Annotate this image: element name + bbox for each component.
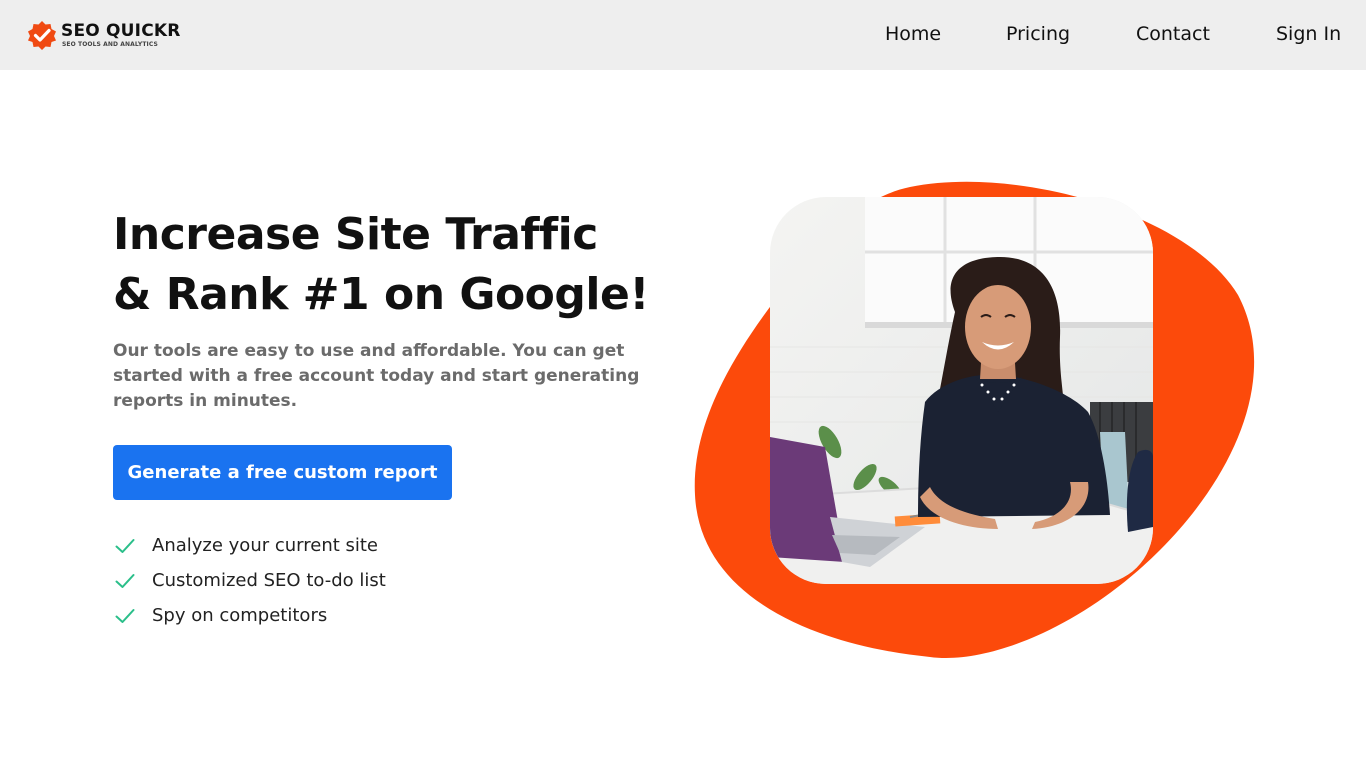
headline-line-2: & Rank #1 on Google! bbox=[113, 269, 649, 320]
feature-list: Analyze your current site Customized SEO… bbox=[113, 528, 386, 633]
hero-headline: Increase Site Traffic & Rank #1 on Googl… bbox=[113, 205, 673, 325]
nav-link-home[interactable]: Home bbox=[885, 23, 941, 45]
feature-label: Spy on competitors bbox=[152, 605, 328, 626]
headline-line-1: Increase Site Traffic bbox=[113, 209, 598, 260]
brand-logo[interactable]: SEO QUICKR SEO TOOLS AND ANALYTICS bbox=[27, 19, 187, 51]
hero-subtext: Our tools are easy to use and affordable… bbox=[113, 341, 640, 411]
feature-item: Analyze your current site bbox=[113, 528, 386, 563]
check-icon bbox=[115, 538, 135, 553]
hero-photo bbox=[770, 197, 1153, 584]
nav-link-pricing[interactable]: Pricing bbox=[1006, 23, 1070, 45]
check-icon bbox=[115, 573, 135, 588]
brand-tagline: SEO TOOLS AND ANALYTICS bbox=[62, 41, 158, 48]
feature-item: Spy on competitors bbox=[113, 598, 386, 633]
nav-link-sign-in[interactable]: Sign In bbox=[1276, 23, 1341, 45]
check-icon bbox=[115, 608, 135, 623]
feature-label: Customized SEO to-do list bbox=[152, 570, 386, 591]
nav-link-contact[interactable]: Contact bbox=[1136, 23, 1210, 45]
feature-item: Customized SEO to-do list bbox=[113, 563, 386, 598]
brand-name: SEO QUICKR bbox=[61, 21, 181, 41]
feature-label: Analyze your current site bbox=[152, 535, 379, 556]
top-navigation-bar: SEO QUICKR SEO TOOLS AND ANALYTICS Home … bbox=[0, 0, 1366, 70]
generate-report-button[interactable]: Generate a free custom report bbox=[113, 445, 452, 500]
checkmark-badge-icon bbox=[28, 21, 56, 50]
